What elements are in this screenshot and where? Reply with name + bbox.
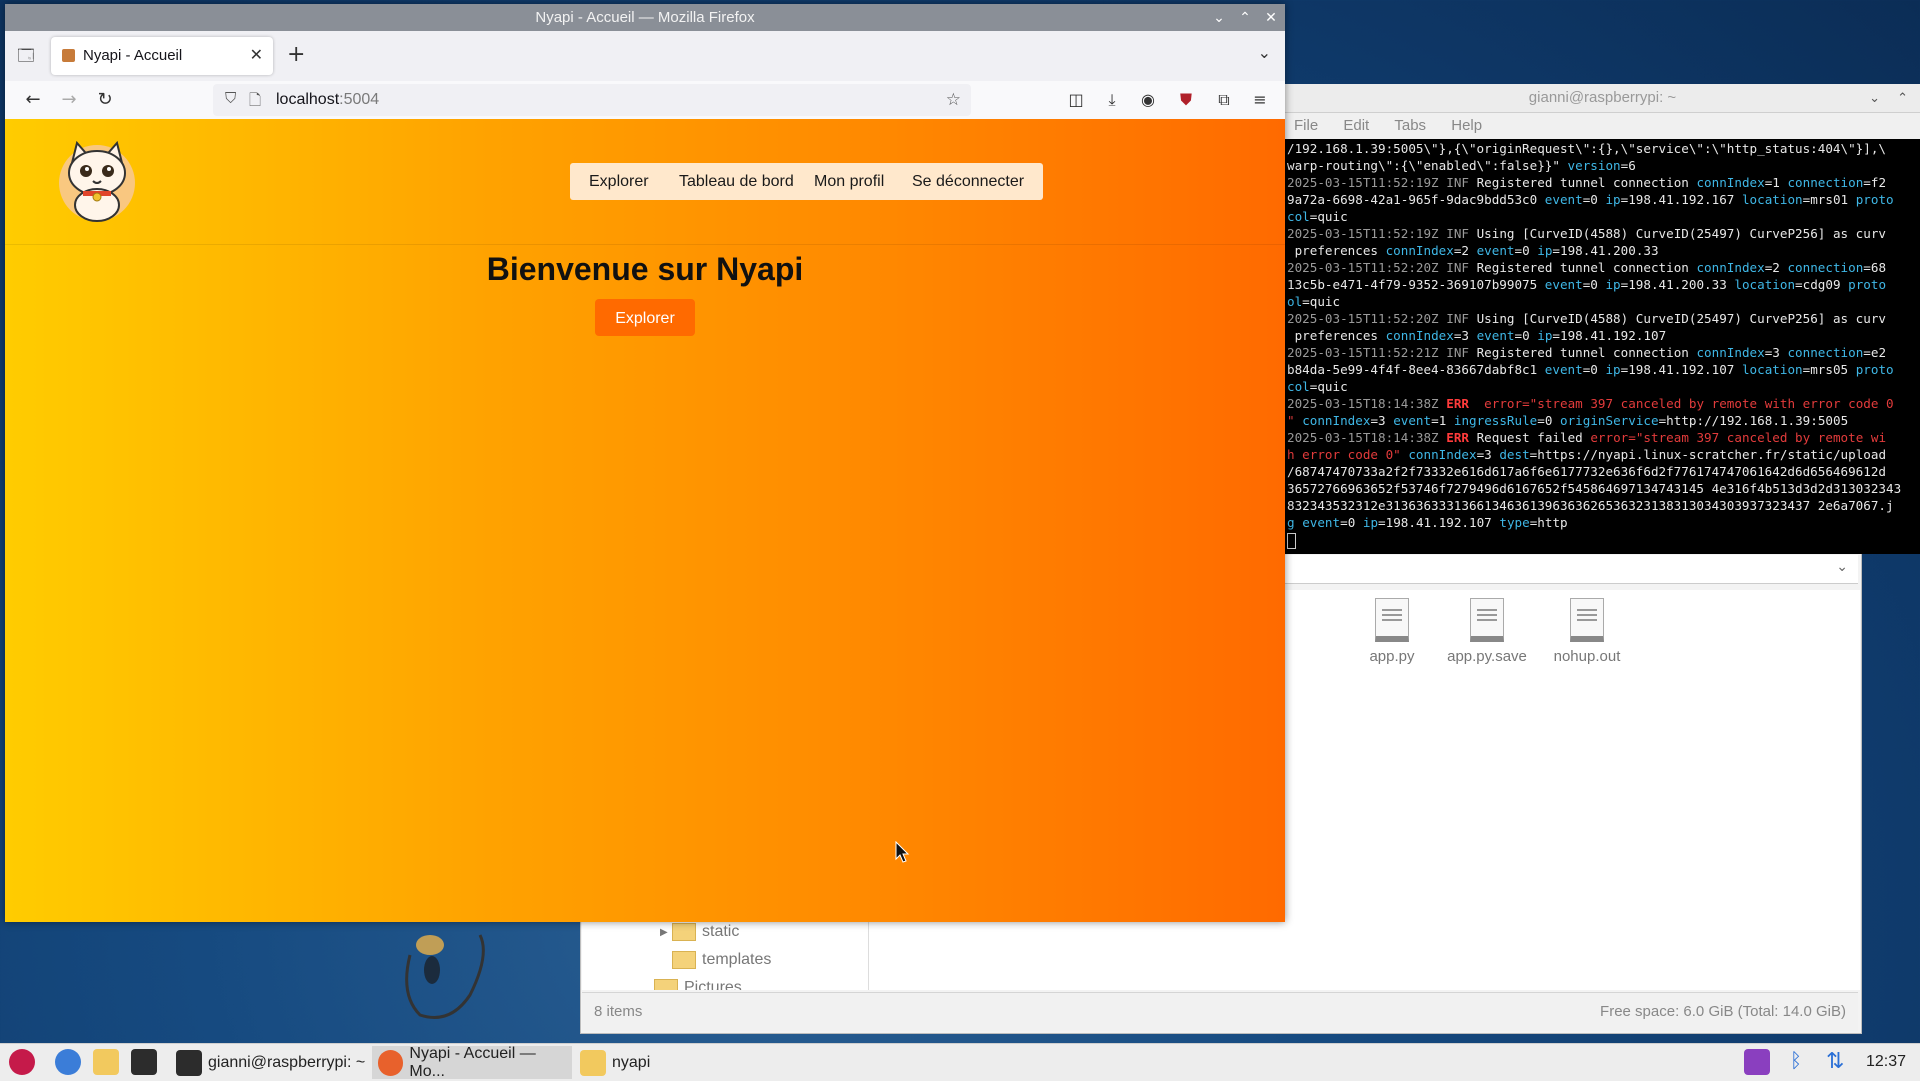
terminal-window: gianni@raspberrypi: ~ ⌄ ⌃ File Edit Tabs… bbox=[1285, 84, 1920, 554]
tab-label: Nyapi - Accueil bbox=[83, 47, 183, 64]
item-count: 8 items bbox=[594, 1003, 643, 1020]
ublock-shield-icon[interactable]: ⛊ bbox=[1173, 88, 1199, 112]
maximize-icon[interactable]: ⌃ bbox=[1233, 4, 1257, 31]
account-icon[interactable]: ◉ bbox=[1135, 88, 1161, 112]
chevron-down-icon[interactable]: ⌄ bbox=[1207, 4, 1231, 31]
nav-explorer-button[interactable]: Explorer bbox=[570, 163, 668, 200]
tree-item-label: templates bbox=[702, 951, 772, 968]
document-icon bbox=[1570, 598, 1604, 642]
terminal-cursor bbox=[1287, 532, 1296, 549]
folder-icon bbox=[672, 951, 696, 969]
task-terminal[interactable]: gianni@raspberrypi: ~ bbox=[170, 1046, 370, 1079]
hamburger-menu-icon[interactable]: ≡ bbox=[1247, 88, 1273, 112]
nav-logout-button[interactable]: Se déconnecter bbox=[893, 163, 1044, 200]
task-label: nyapi bbox=[612, 1053, 651, 1071]
favicon-icon bbox=[62, 49, 75, 62]
close-tab-icon[interactable]: ✕ bbox=[250, 45, 263, 65]
web-page: Explorer Tableau de bord Mon profil Se d… bbox=[5, 119, 1285, 922]
page-title: Bienvenue sur Nyapi bbox=[486, 251, 804, 287]
chevron-up-icon[interactable]: ⌃ bbox=[1897, 84, 1908, 112]
document-icon bbox=[1375, 598, 1409, 642]
menu-file[interactable]: File bbox=[1294, 117, 1318, 134]
firefox-window: Nyapi - Accueil — Mozilla Firefox ⌄ ⌃ ✕ … bbox=[5, 4, 1285, 922]
tree-item[interactable]: templates bbox=[672, 951, 771, 969]
tree-item-label: static bbox=[702, 923, 740, 940]
folder-icon bbox=[654, 979, 678, 990]
desktop-wallpaper-lamp bbox=[405, 934, 485, 1019]
file-label: nohup.out bbox=[1553, 648, 1621, 665]
taskbar: gianni@raspberrypi: ~ Nyapi - Accueil — … bbox=[0, 1043, 1920, 1081]
menu-edit[interactable]: Edit bbox=[1343, 117, 1369, 134]
mouse-pointer-icon bbox=[895, 841, 910, 863]
document-icon bbox=[1470, 598, 1504, 642]
menu-tabs[interactable]: Tabs bbox=[1394, 117, 1426, 134]
file-label: app.py.save bbox=[1447, 648, 1527, 665]
terminal-icon bbox=[176, 1049, 202, 1076]
new-tab-plus-icon[interactable]: + bbox=[287, 42, 305, 67]
tree-item[interactable]: Pictures bbox=[654, 979, 742, 990]
download-icon[interactable]: ⤓ bbox=[1099, 88, 1125, 112]
file-label: app.py bbox=[1369, 648, 1415, 665]
cat-logo-icon[interactable] bbox=[57, 137, 137, 225]
site-header: Explorer Tableau de bord Mon profil Se d… bbox=[5, 119, 1285, 245]
terminal-menubar: File Edit Tabs Help bbox=[1285, 113, 1920, 139]
close-icon[interactable]: ✕ bbox=[1259, 4, 1283, 31]
url-bar[interactable]: ⛉ 🗋 localhost:5004 ☆ bbox=[213, 84, 971, 116]
terminal-output[interactable]: /192.168.1.39:5005\"},{\"originRequest\"… bbox=[1285, 140, 1920, 554]
tab-strip: 🗔 Nyapi - Accueil ✕ + ⌄ bbox=[5, 31, 1285, 81]
window-titlebar: Nyapi - Accueil — Mozilla Firefox ⌄ ⌃ ✕ bbox=[5, 4, 1285, 31]
tab-nyapi-accueil[interactable]: Nyapi - Accueil ✕ bbox=[51, 37, 273, 75]
task-file-manager[interactable]: nyapi bbox=[574, 1046, 664, 1079]
chevron-down-icon[interactable]: ⌄ bbox=[1836, 559, 1848, 575]
navigation-toolbar: ← → ↻ ⛉ 🗋 localhost:5004 ☆ ◫ ⤓ ◉ ⛊ ⧉ ≡ bbox=[5, 81, 1285, 120]
terminal-titlebar: gianni@raspberrypi: ~ ⌄ ⌃ bbox=[1285, 84, 1920, 113]
tree-item[interactable]: static bbox=[672, 923, 739, 941]
menu-help[interactable]: Help bbox=[1451, 117, 1482, 134]
terminal-launcher-icon[interactable] bbox=[131, 1049, 157, 1075]
explore-cta-button[interactable]: Explorer bbox=[595, 299, 695, 336]
url-text[interactable]: localhost:5004 bbox=[276, 91, 379, 109]
tree-item-label: Pictures bbox=[684, 979, 742, 990]
folder-icon bbox=[672, 923, 696, 941]
file-item[interactable]: nohup.out bbox=[1537, 598, 1637, 665]
page-icon: 🗋 bbox=[249, 92, 262, 109]
forward-arrow-icon[interactable]: → bbox=[57, 88, 81, 112]
raspberry-menu-icon[interactable] bbox=[9, 1049, 35, 1075]
vnc-icon[interactable] bbox=[1744, 1049, 1770, 1075]
expand-arrow-icon[interactable]: ▶ bbox=[660, 927, 668, 938]
chevron-down-icon[interactable]: ⌄ bbox=[1869, 84, 1880, 112]
clock[interactable]: 12:37 bbox=[1866, 1053, 1906, 1071]
shield-icon[interactable]: ⛉ bbox=[225, 90, 236, 107]
bookmark-star-icon[interactable]: ☆ bbox=[946, 90, 961, 110]
bluetooth-icon[interactable]: ᛒ bbox=[1790, 1050, 1802, 1073]
network-icon[interactable]: ⇅ bbox=[1826, 1048, 1844, 1074]
extensions-icon[interactable]: ⧉ bbox=[1211, 88, 1237, 112]
file-item[interactable]: app.py.save bbox=[1437, 598, 1537, 665]
free-space: Free space: 6.0 GiB (Total: 14.0 GiB) bbox=[1600, 1003, 1846, 1020]
file-manager-status-bar: 8 items Free space: 6.0 GiB (Total: 14.0… bbox=[582, 992, 1858, 1031]
nav-profile-button[interactable]: Mon profil bbox=[795, 163, 904, 200]
reload-icon[interactable]: ↻ bbox=[93, 88, 117, 112]
nav-dashboard-button[interactable]: Tableau de bord bbox=[660, 163, 813, 200]
task-firefox[interactable]: Nyapi - Accueil — Mo... bbox=[372, 1044, 572, 1080]
firefox-icon bbox=[378, 1049, 404, 1076]
chevron-down-icon[interactable]: ⌄ bbox=[1258, 43, 1271, 62]
folder-icon bbox=[580, 1049, 606, 1076]
back-arrow-icon[interactable]: ← bbox=[21, 88, 45, 112]
task-label: Nyapi - Accueil — Mo... bbox=[409, 1044, 536, 1080]
window-title: Nyapi - Accueil — Mozilla Firefox bbox=[535, 9, 755, 26]
pocket-icon[interactable]: ◫ bbox=[1063, 88, 1089, 112]
web-browser-icon[interactable] bbox=[55, 1049, 81, 1075]
task-label: gianni@raspberrypi: ~ bbox=[208, 1053, 366, 1071]
file-manager-icon[interactable] bbox=[93, 1049, 119, 1075]
terminal-title: gianni@raspberrypi: ~ bbox=[1528, 89, 1677, 106]
file-item[interactable]: app.py bbox=[1342, 598, 1442, 665]
list-all-tabs-icon[interactable]: 🗔 bbox=[15, 45, 37, 67]
